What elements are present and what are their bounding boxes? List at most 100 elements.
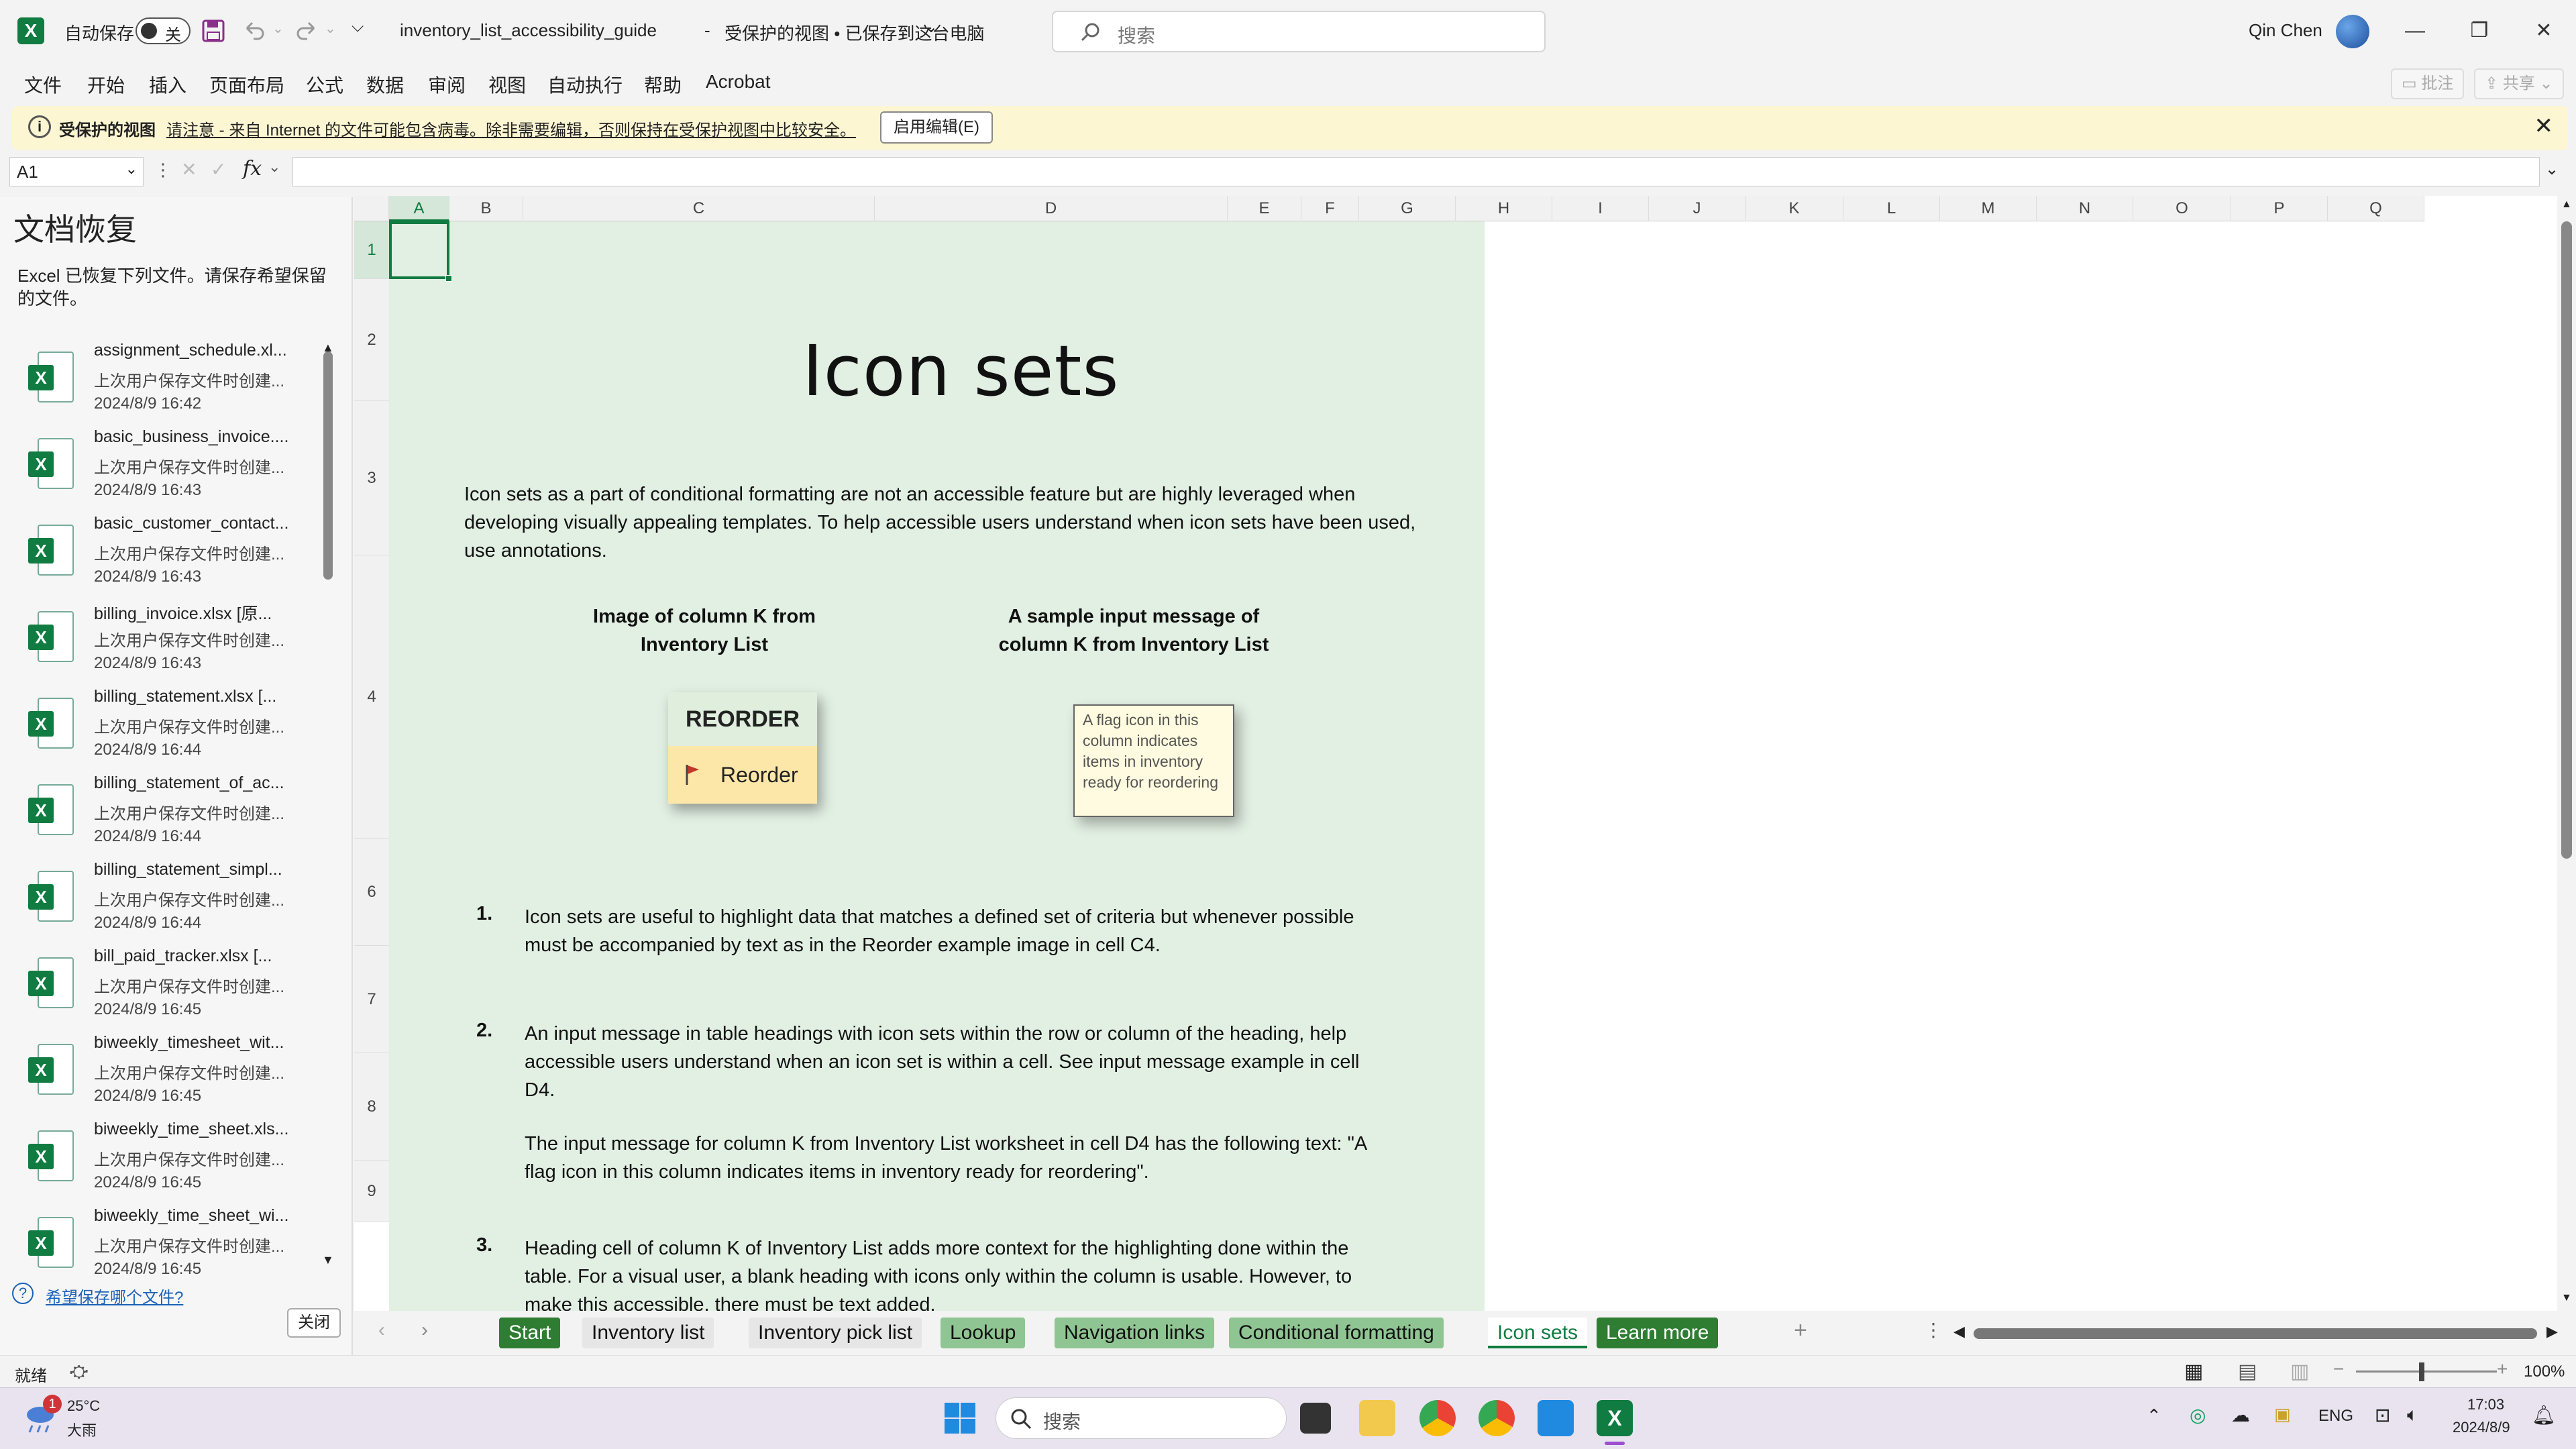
- row-header[interactable]: 9: [354, 1161, 389, 1222]
- next-sheet-icon[interactable]: ›: [421, 1319, 428, 1342]
- row-header[interactable]: 2: [354, 279, 389, 401]
- zoom-in-icon[interactable]: +: [2497, 1358, 2508, 1380]
- formula-input[interactable]: [292, 157, 2540, 186]
- scroll-right-icon[interactable]: ▶: [2546, 1323, 2558, 1340]
- name-box[interactable]: A1 ⌄: [9, 157, 144, 186]
- volume-icon[interactable]: 🔈︎: [2407, 1404, 2418, 1426]
- clock-time[interactable]: 17:03: [2467, 1396, 2504, 1413]
- sheet-tab[interactable]: Icon sets: [1488, 1318, 1588, 1348]
- selected-cell-a1[interactable]: [389, 221, 449, 279]
- column-header[interactable]: G: [1359, 196, 1456, 221]
- column-header[interactable]: K: [1746, 196, 1843, 221]
- sheet-tab[interactable]: Start: [499, 1318, 561, 1348]
- autosave-toggle[interactable]: 关: [136, 17, 191, 44]
- column-header[interactable]: B: [449, 196, 523, 221]
- redo-icon[interactable]: [295, 20, 318, 42]
- input-language[interactable]: ENG: [2318, 1407, 2353, 1426]
- recovery-file-item[interactable]: Xbilling_invoice.xlsx [原... 上次用户保存文件时创建..…: [0, 599, 322, 685]
- sheet-tab[interactable]: Navigation links: [1055, 1318, 1215, 1348]
- expand-formula-icon[interactable]: ⌄: [2545, 160, 2559, 179]
- scroll-left-icon[interactable]: ◀: [1953, 1323, 1965, 1340]
- recovery-close-button[interactable]: 关闭: [287, 1308, 341, 1338]
- enter-icon[interactable]: ✓: [211, 158, 226, 180]
- accessibility-icon[interactable]: ⛮: [70, 1361, 88, 1383]
- save-icon[interactable]: [201, 19, 225, 43]
- show-hidden-icons-icon[interactable]: ⌃: [2147, 1405, 2161, 1426]
- sheet-tab[interactable]: Conditional formatting: [1229, 1318, 1444, 1348]
- column-header[interactable]: P: [2231, 196, 2328, 221]
- menu-formulas[interactable]: 公式: [306, 71, 343, 98]
- menu-home[interactable]: 开始: [87, 71, 125, 98]
- onedrive-icon[interactable]: ☁: [2231, 1404, 2250, 1426]
- weather-widget[interactable]: 1: [23, 1395, 62, 1434]
- column-header[interactable]: A: [389, 196, 449, 221]
- name-box-chevron-icon[interactable]: ⌄: [125, 160, 138, 178]
- recovery-file-item[interactable]: Xbilling_statement_of_ac... 上次用户保存文件时创建..…: [0, 772, 322, 858]
- horizontal-scroll-thumb[interactable]: [1974, 1328, 2537, 1339]
- sheet-tab[interactable]: Inventory list: [582, 1318, 714, 1348]
- recovery-file-item[interactable]: Xbilling_statement.xlsx [... 上次用户保存文件时创建.…: [0, 686, 322, 771]
- network-icon[interactable]: ⊡: [2375, 1404, 2390, 1426]
- recovery-file-item[interactable]: Xassignment_schedule.xl... 上次用户保存文件时创建...…: [0, 339, 322, 425]
- chrome-profile-icon[interactable]: [1479, 1400, 1515, 1436]
- sheet-options-icon[interactable]: ⋮: [1924, 1319, 1943, 1341]
- function-icon[interactable]: fx: [243, 157, 262, 180]
- sheet-tab[interactable]: Lookup: [941, 1318, 1026, 1348]
- menu-file[interactable]: 文件: [24, 71, 62, 98]
- customize-toolbar-icon[interactable]: ⌵: [352, 17, 364, 36]
- scroll-down-arrow-icon[interactable]: ▼: [2561, 1292, 2572, 1304]
- page-break-view-icon[interactable]: ▥: [2290, 1360, 2309, 1383]
- sheet-tab[interactable]: Learn more: [1597, 1318, 1719, 1348]
- zoom-level[interactable]: 100%: [2524, 1362, 2565, 1381]
- recovery-file-item[interactable]: Xbasic_customer_contact... 上次用户保存文件时创建...…: [0, 513, 322, 598]
- row-header[interactable]: 3: [354, 401, 389, 555]
- title-search-box[interactable]: 搜索: [1052, 11, 1546, 52]
- close-icon[interactable]: ✕: [2534, 113, 2554, 140]
- file-explorer-icon[interactable]: [1359, 1400, 1395, 1436]
- vscode-icon[interactable]: [1538, 1400, 1574, 1436]
- prev-sheet-icon[interactable]: ‹: [378, 1319, 385, 1342]
- clock-date[interactable]: 2024/8/9: [2453, 1419, 2510, 1436]
- menu-insert[interactable]: 插入: [149, 71, 186, 98]
- row-header[interactable]: 6: [354, 839, 389, 946]
- column-header[interactable]: H: [1456, 196, 1552, 221]
- row-header[interactable]: 1: [354, 221, 389, 279]
- recovery-file-item[interactable]: Xbiweekly_time_sheet_wi... 上次用户保存文件时创建...…: [0, 1205, 322, 1291]
- undo-dropdown-icon[interactable]: ⌄: [272, 20, 284, 37]
- select-all-corner[interactable]: [354, 196, 389, 221]
- column-header[interactable]: J: [1649, 196, 1746, 221]
- menu-automate[interactable]: 自动执行: [547, 71, 623, 98]
- zoom-out-icon[interactable]: −: [2333, 1358, 2344, 1380]
- menu-page-layout[interactable]: 页面布局: [209, 71, 284, 98]
- column-header[interactable]: M: [1940, 196, 2037, 221]
- task-view-icon[interactable]: [1300, 1403, 1331, 1434]
- edge-tray-icon[interactable]: ◎: [2190, 1404, 2206, 1426]
- row-header[interactable]: 7: [354, 946, 389, 1053]
- recovery-file-item[interactable]: Xbasic_business_invoice.... 上次用户保存文件时创建..…: [0, 426, 322, 512]
- user-name[interactable]: Qin Chen: [2249, 20, 2322, 41]
- taskbar-search[interactable]: 搜索: [996, 1397, 1287, 1439]
- vertical-scrollbar[interactable]: ▲ ▼: [2557, 197, 2576, 1311]
- recovery-file-item[interactable]: Xbiweekly_time_sheet.xls... 上次用户保存文件时创建..…: [0, 1118, 322, 1204]
- worksheet-grid[interactable]: ABCDEFGHIJKLMNOPQ Icon sets Icon sets as…: [354, 196, 2557, 1311]
- column-header[interactable]: Q: [2328, 196, 2424, 221]
- add-sheet-icon[interactable]: +: [1794, 1318, 1807, 1344]
- zoom-slider[interactable]: [2356, 1371, 2497, 1373]
- notifications-icon[interactable]: 🔔︎: [2532, 1404, 2556, 1426]
- scroll-up-icon[interactable]: ▲: [322, 341, 334, 355]
- sheet-tab[interactable]: Inventory pick list: [749, 1318, 922, 1348]
- row-header[interactable]: 4: [354, 555, 389, 839]
- excel-taskbar-icon[interactable]: X: [1597, 1400, 1633, 1436]
- close-window-button[interactable]: ✕: [2512, 0, 2576, 62]
- chrome-icon[interactable]: [1419, 1400, 1456, 1436]
- menu-help[interactable]: 帮助: [644, 71, 682, 98]
- column-header[interactable]: F: [1301, 196, 1359, 221]
- which-file-link[interactable]: 希望保存哪个文件?: [46, 1284, 183, 1307]
- avatar[interactable]: [2336, 15, 2369, 48]
- comments-button[interactable]: ▭ 批注: [2391, 68, 2465, 99]
- undo-icon[interactable]: [243, 20, 266, 42]
- file-status-chevron-icon[interactable]: ⌄: [924, 17, 938, 37]
- menu-view[interactable]: 视图: [488, 71, 526, 98]
- more-options-icon[interactable]: ⋮: [154, 160, 172, 180]
- windows-start-icon[interactable]: [943, 1401, 977, 1435]
